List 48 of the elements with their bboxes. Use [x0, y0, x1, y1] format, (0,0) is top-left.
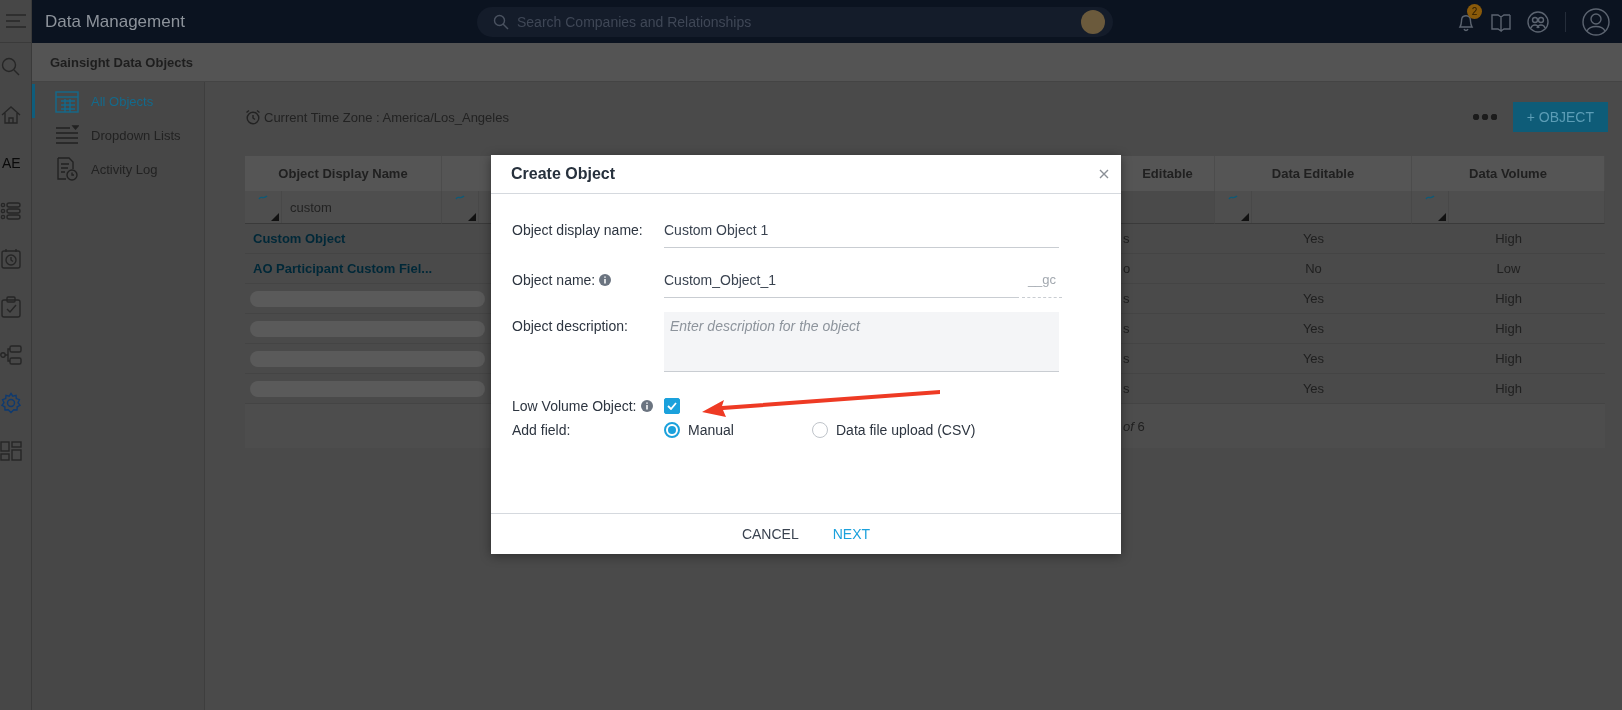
- field-label: Object display name:: [512, 222, 643, 238]
- filter-field[interactable]: [1215, 191, 1412, 224]
- dialog-button[interactable]: CANCEL: [727, 520, 813, 548]
- home-icon[interactable]: [0, 104, 22, 126]
- grid-calendar-icon: [55, 89, 79, 113]
- close-icon[interactable]: [1099, 169, 1109, 179]
- dialog-button[interactable]: NEXT: [818, 520, 885, 548]
- name-suffix: __gc: [1022, 262, 1062, 298]
- alarm-clock-icon: [245, 109, 261, 125]
- rail-nav-item[interactable]: AE: [0, 155, 21, 171]
- radio-label[interactable]: Data file upload (CSV): [836, 422, 976, 438]
- gear-icon[interactable]: [0, 392, 22, 414]
- field-label: Low Volume Object:: [512, 398, 637, 414]
- list-icon[interactable]: [0, 200, 22, 222]
- field-label: Object name:: [512, 272, 596, 288]
- clipboard-check-icon[interactable]: [0, 296, 22, 318]
- list-icon: [55, 123, 79, 147]
- more-icon[interactable]: [1472, 114, 1497, 120]
- dialog-title: Create Object: [511, 165, 616, 183]
- sidebar-item[interactable]: All Objects: [32, 84, 204, 118]
- people-icon[interactable]: [1527, 10, 1549, 33]
- checkmark-icon: [667, 402, 677, 410]
- user-icon[interactable]: [1582, 7, 1610, 36]
- object-link[interactable]: AO Participant Custom Fiel...: [245, 261, 433, 276]
- radio-button[interactable]: [664, 422, 680, 438]
- filter-operator-icon: [1228, 195, 1238, 200]
- book-icon[interactable]: [1491, 11, 1511, 32]
- add-object-button[interactable]: + OBJECT: [1512, 102, 1608, 132]
- filter-operator-icon: [1425, 195, 1435, 200]
- calendar-clock-icon[interactable]: [0, 248, 22, 270]
- checkbox[interactable]: [664, 398, 680, 414]
- document-clock-icon: [55, 157, 79, 181]
- description-field[interactable]: Enter description for the object: [664, 312, 1059, 372]
- notification-badge: 2: [1467, 3, 1482, 19]
- field-label: Object description:: [512, 318, 628, 334]
- object-link[interactable]: Custom Object: [245, 231, 346, 246]
- menu-icon[interactable]: [5, 14, 26, 28]
- dashboard-layout-icon[interactable]: [0, 440, 22, 462]
- filter-operator-icon: [258, 195, 268, 200]
- radio-label[interactable]: Manual: [688, 422, 734, 438]
- avatar-icon[interactable]: [1081, 9, 1105, 34]
- app-title: Data Management: [45, 11, 186, 32]
- filter-operator-icon: [455, 195, 465, 200]
- search-icon: [493, 13, 509, 30]
- filter-field[interactable]: [1412, 191, 1605, 224]
- field-label: Add field:: [512, 422, 571, 438]
- search-icon[interactable]: [0, 56, 22, 78]
- hierarchy-icon[interactable]: [0, 344, 22, 366]
